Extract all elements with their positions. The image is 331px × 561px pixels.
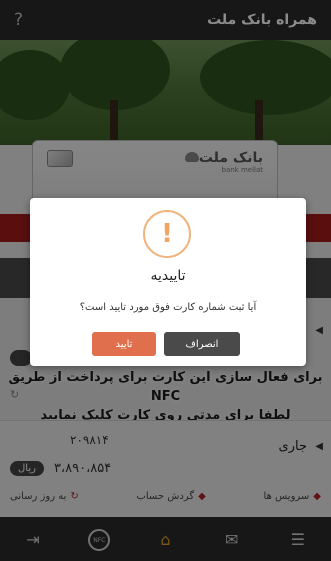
dialog-message: آیا ثبت شماره کارت فوق مورد تایید است؟ [79, 302, 257, 313]
cancel-button[interactable]: انصراف [164, 332, 240, 356]
confirm-button[interactable]: تایید [92, 332, 156, 356]
warning-icon: ! [143, 210, 191, 258]
confirmation-dialog: ! تاییدیه آیا ثبت شماره کارت فوق مورد تا… [30, 198, 306, 366]
app-screen: ? همراه بانک ملت بانک ملت bank mellat ◀ … [0, 0, 331, 561]
dialog-title: تاییدیه [150, 268, 186, 284]
